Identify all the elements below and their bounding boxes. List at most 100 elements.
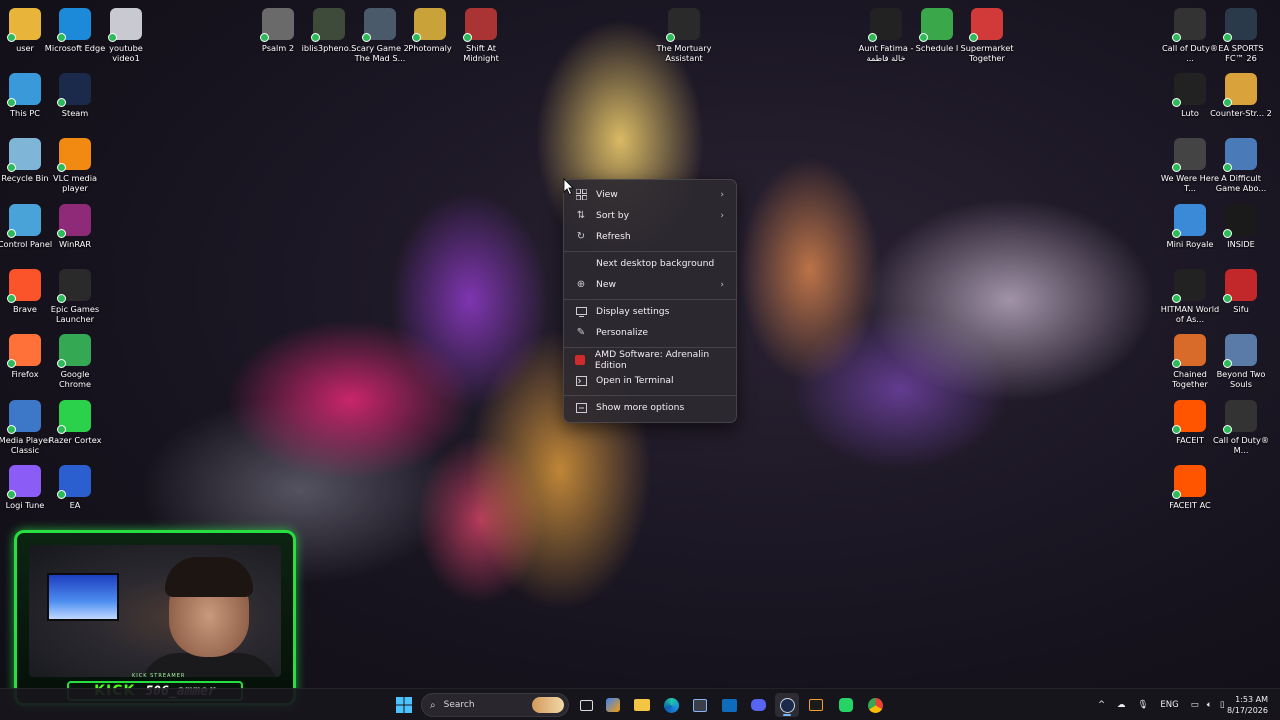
task-view-button[interactable] bbox=[574, 693, 598, 717]
steam-taskbar-button[interactable] bbox=[775, 693, 799, 717]
desktop-icon-label: VLC media player bbox=[53, 173, 97, 193]
desktop-icon-ea-fc[interactable]: EA SPORTS FC™ 26 bbox=[1212, 8, 1270, 63]
chevron-right-icon: › bbox=[720, 189, 724, 200]
call-of-duty-icon bbox=[1223, 400, 1257, 434]
language-indicator[interactable]: ENG bbox=[1160, 700, 1178, 710]
display-icon[interactable]: ▭ bbox=[1191, 700, 1199, 710]
active-indicator bbox=[783, 714, 791, 716]
menu-item-next-background[interactable]: Next desktop background bbox=[568, 253, 732, 274]
system-tray: ^ ☁ 🎙︎ ENG ▭ 🔈︎ ▯ bbox=[1098, 689, 1225, 720]
desktop-icon-supermarket[interactable]: Supermarket Together bbox=[958, 8, 1016, 63]
sync-check-icon bbox=[57, 229, 66, 238]
discord-button[interactable] bbox=[746, 693, 770, 717]
sync-check-icon bbox=[57, 294, 66, 303]
windows-logo-icon bbox=[396, 697, 412, 713]
sync-check-icon bbox=[7, 163, 16, 172]
chevron-up-icon[interactable]: ^ bbox=[1098, 700, 1105, 710]
grid-icon bbox=[574, 188, 588, 202]
store-button[interactable] bbox=[688, 693, 712, 717]
menu-item-open-terminal[interactable]: Open in Terminal bbox=[568, 370, 732, 391]
epic-games-icon bbox=[57, 269, 91, 303]
desktop-icon-winrar[interactable]: WinRAR bbox=[46, 204, 104, 249]
whatsapp-button[interactable] bbox=[834, 693, 858, 717]
search-icon: ⌕ bbox=[430, 699, 436, 711]
desktop-icon-mortuary[interactable]: The Mortuary Assistant bbox=[655, 8, 713, 63]
desktop-icon-counter-strike[interactable]: Counter-Str... 2 bbox=[1210, 73, 1272, 118]
menu-item-view[interactable]: View › bbox=[568, 184, 732, 205]
desktop-icon-epic-launcher[interactable]: Epic Games Launcher bbox=[46, 269, 104, 324]
volume-icon[interactable]: 🔈︎ bbox=[1207, 700, 1212, 710]
menu-item-show-more-options[interactable]: Show more options bbox=[568, 397, 732, 418]
sync-check-icon bbox=[7, 425, 16, 434]
folder-icon bbox=[7, 8, 41, 42]
store-icon bbox=[693, 698, 707, 712]
outlook-button[interactable] bbox=[717, 693, 741, 717]
desktop-icon-faceit-ac[interactable]: FACEIT AC bbox=[1161, 465, 1219, 510]
outlook-icon bbox=[721, 698, 737, 712]
scary-game-icon bbox=[362, 8, 396, 42]
desktop-icon-label: INSIDE bbox=[1227, 239, 1255, 249]
desktop-icon-chrome[interactable]: Google Chrome bbox=[46, 334, 104, 389]
desktop-icon-label: Call of Duty® M... bbox=[1212, 435, 1270, 455]
logi-tune-icon bbox=[7, 465, 41, 499]
search-highlight-image bbox=[532, 697, 564, 713]
sync-check-icon bbox=[108, 33, 117, 42]
video-file-icon bbox=[108, 8, 142, 42]
desktop-icon-beyond[interactable]: Beyond Two Souls bbox=[1212, 334, 1270, 389]
difficult-game-icon bbox=[1223, 138, 1257, 172]
sync-check-icon bbox=[311, 33, 320, 42]
desktop-icon-inside[interactable]: INSIDE bbox=[1212, 204, 1270, 249]
file-explorer-button[interactable] bbox=[630, 693, 654, 717]
desktop-icon-label: EA SPORTS FC™ 26 bbox=[1218, 43, 1264, 63]
desktop-icon-label: Shift At Midnight bbox=[463, 43, 499, 63]
chained-together-icon bbox=[1172, 334, 1206, 368]
mouse-cursor-icon bbox=[563, 178, 574, 196]
taskbar-clock[interactable]: 1:53 AM 8/17/2026 bbox=[1227, 694, 1268, 716]
more-options-icon bbox=[574, 401, 588, 415]
whatsapp-icon bbox=[839, 698, 853, 712]
start-button[interactable] bbox=[392, 693, 416, 717]
desktop-icon-aunt-fatima[interactable]: Aunt Fatima - خالة فاطمة bbox=[857, 8, 915, 63]
microphone-icon[interactable]: 🎙︎ bbox=[1138, 700, 1149, 710]
menu-item-sort-by[interactable]: ⇅ Sort by › bbox=[568, 205, 732, 226]
widgets-icon bbox=[606, 698, 620, 712]
sync-check-icon bbox=[1223, 294, 1232, 303]
edge-taskbar-button[interactable] bbox=[659, 693, 683, 717]
sync-check-icon bbox=[1223, 98, 1232, 107]
razer-cortex-icon bbox=[57, 400, 91, 434]
clock-time: 1:53 AM bbox=[1235, 695, 1268, 704]
sync-check-icon bbox=[666, 33, 675, 42]
edge-icon bbox=[57, 8, 91, 42]
desktop-icon-sifu[interactable]: Sifu bbox=[1212, 269, 1270, 314]
desktop-icon-cod-mw2[interactable]: Call of Duty® M... bbox=[1212, 400, 1270, 455]
menu-item-label: Personalize bbox=[596, 327, 649, 338]
sync-check-icon bbox=[7, 33, 16, 42]
widgets-button[interactable] bbox=[601, 693, 625, 717]
desktop-icon-label: Beyond Two Souls bbox=[1216, 369, 1266, 389]
faceit-ac-icon bbox=[1172, 465, 1206, 499]
desktop-icon-youtube-video1[interactable]: youtube video1 bbox=[97, 8, 155, 63]
menu-item-new[interactable]: ⊕ New › bbox=[568, 274, 732, 295]
cloud-icon[interactable]: ☁ bbox=[1117, 700, 1126, 710]
desktop-icon-ea[interactable]: EA bbox=[46, 465, 104, 510]
desktop-icon-difficult-game[interactable]: A Difficult Game Abo... bbox=[1212, 138, 1270, 193]
desktop-icon-steam[interactable]: Steam bbox=[46, 73, 104, 118]
desktop-icon-shift-midnight[interactable]: Shift At Midnight bbox=[452, 8, 510, 63]
battery-icon[interactable]: ▯ bbox=[1220, 700, 1225, 710]
desktop-icon-hitman[interactable]: HITMAN World of As... bbox=[1161, 269, 1219, 324]
menu-item-personalize[interactable]: ✎ Personalize bbox=[568, 322, 732, 343]
firefox-icon bbox=[7, 334, 41, 368]
menu-item-display-settings[interactable]: Display settings bbox=[568, 301, 732, 322]
mini-royale-icon bbox=[1172, 204, 1206, 238]
steam-icon bbox=[57, 73, 91, 107]
taskbar-search-box[interactable]: ⌕ Search bbox=[421, 693, 569, 717]
menu-item-label: Show more options bbox=[596, 402, 685, 413]
menu-item-amd-software[interactable]: AMD Software: Adrenalin Edition bbox=[568, 349, 732, 371]
desktop-icon-vlc[interactable]: VLC media player bbox=[46, 138, 104, 193]
chrome-taskbar-button[interactable] bbox=[863, 693, 887, 717]
terminal-taskbar-button[interactable] bbox=[804, 693, 828, 717]
desktop-icon-razer-cortex[interactable]: Razer Cortex bbox=[46, 400, 104, 445]
menu-item-refresh[interactable]: ↻ Refresh bbox=[568, 226, 732, 247]
sifu-icon bbox=[1223, 269, 1257, 303]
faceit-icon bbox=[1172, 400, 1206, 434]
